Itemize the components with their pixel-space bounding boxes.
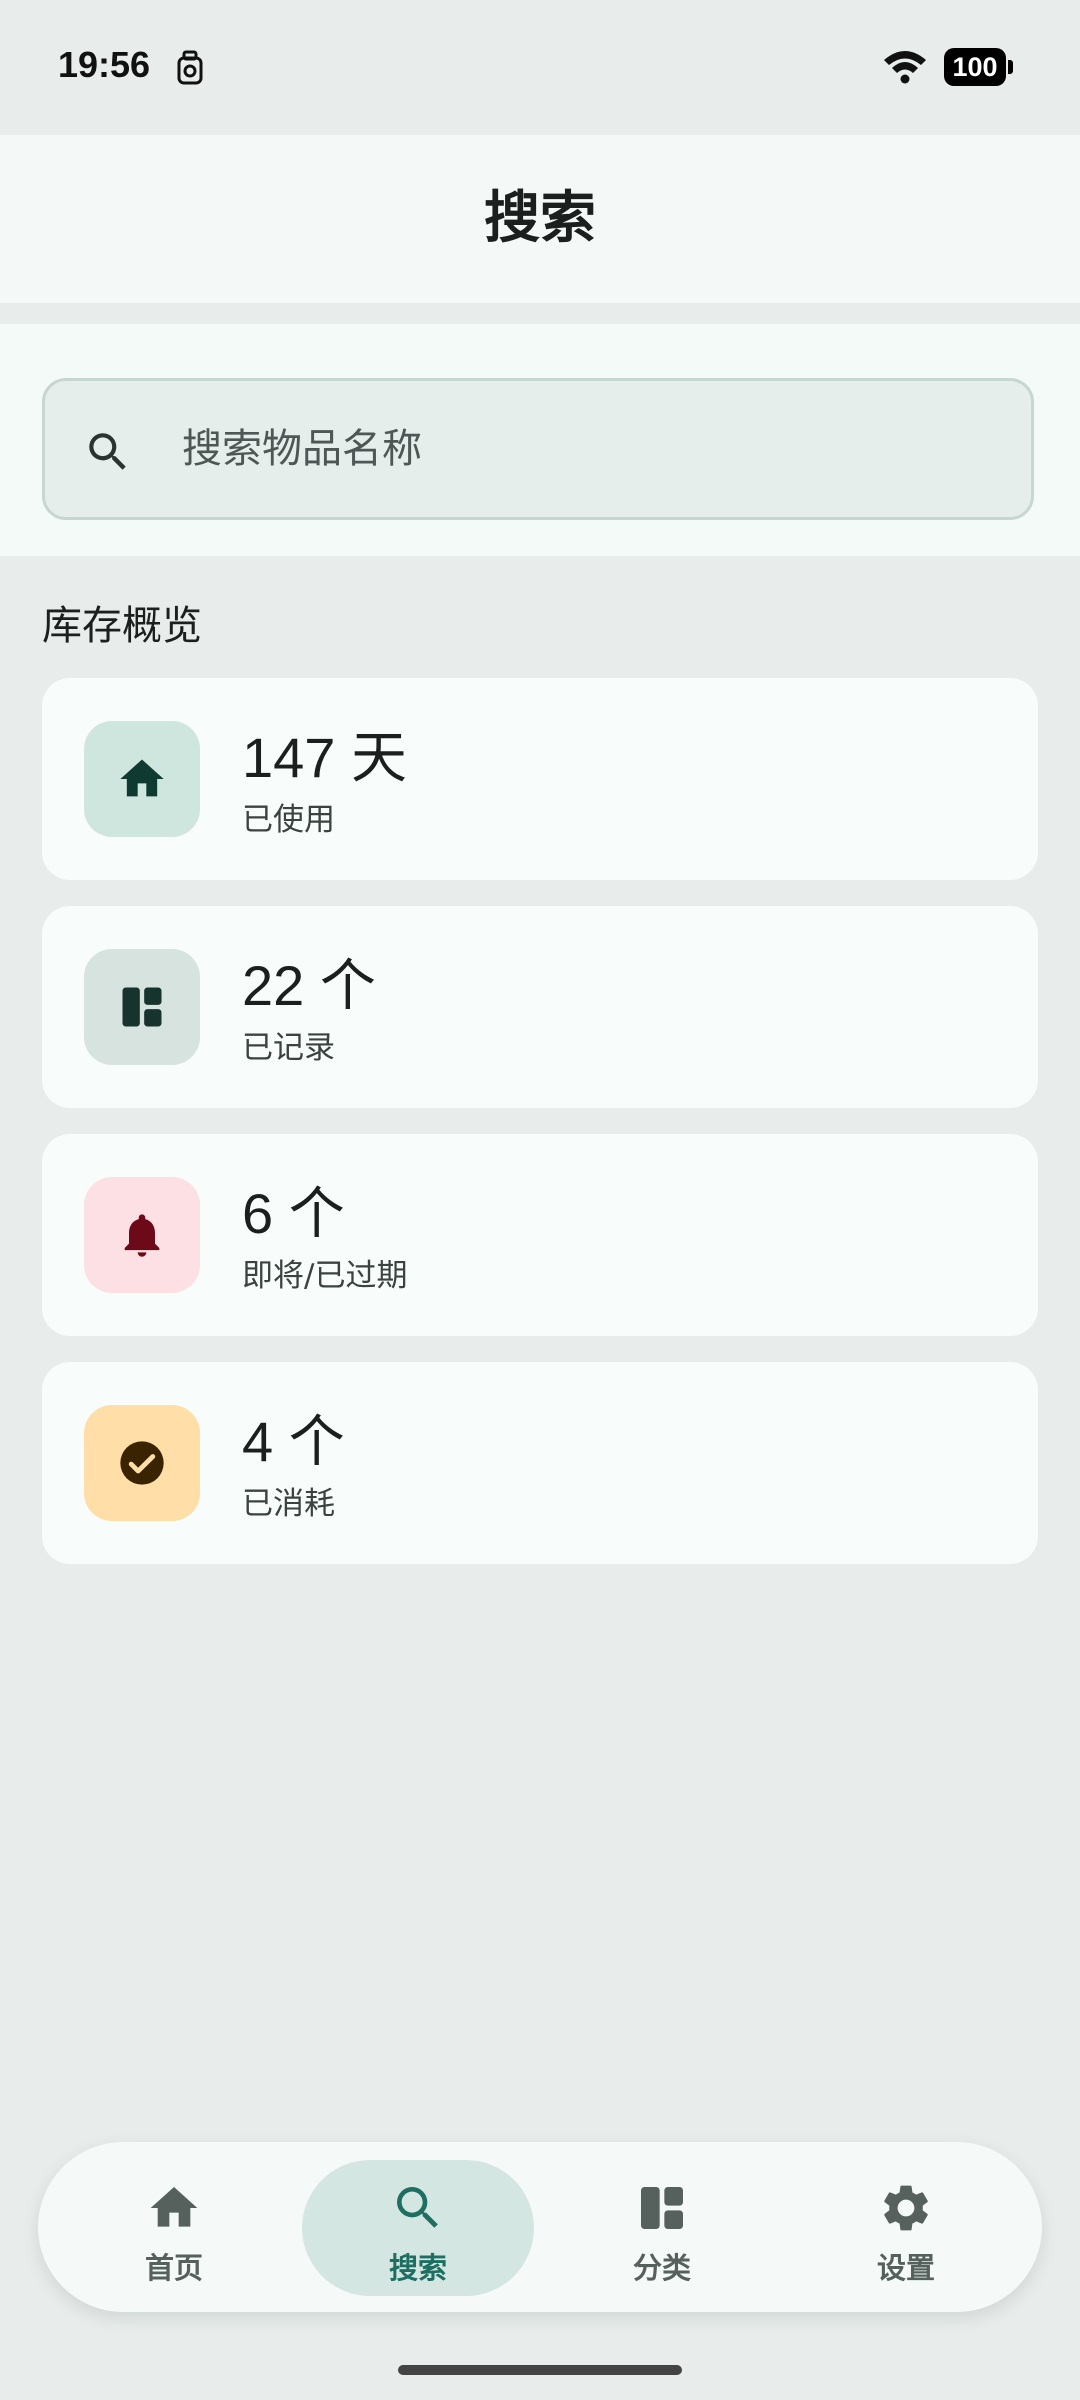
nav-label: 搜索 — [388, 2251, 447, 2285]
search-icon — [89, 433, 126, 470]
nav-label: 首页 — [144, 2251, 203, 2285]
dashboard-icon — [641, 2187, 683, 2229]
nav-label: 设置 — [876, 2251, 935, 2285]
card-value: 4 个 — [242, 1410, 345, 1473]
status-time: 19:56 — [58, 44, 151, 85]
bottom-navigation: 首页 搜索 分类 设置 — [38, 2142, 1042, 2312]
card-value: 147 天 — [242, 726, 407, 789]
bell-icon — [124, 1214, 160, 1257]
status-bar: 19:56 100 — [0, 0, 1080, 135]
home-icon — [150, 2187, 198, 2227]
card-label: 即将/已过期 — [242, 1258, 408, 1294]
home-icon — [120, 759, 164, 797]
wifi-icon — [884, 51, 926, 84]
page-title: 搜索 — [484, 186, 596, 251]
overview-title: 库存概览 — [42, 603, 202, 649]
battery-tip — [1008, 60, 1013, 74]
gear-icon — [884, 2185, 928, 2231]
nav-label: 分类 — [632, 2251, 691, 2285]
nav-item-home[interactable]: 首页 — [58, 2142, 290, 2312]
card-label: 已记录 — [242, 1030, 335, 1066]
nav-item-category[interactable]: 分类 — [546, 2142, 778, 2312]
search-placeholder: 搜索物品名称 — [182, 426, 422, 472]
dashboard-icon — [122, 987, 162, 1027]
card-label: 已使用 — [242, 802, 335, 838]
card-icon-container — [84, 1405, 200, 1521]
card-icon-container — [84, 721, 200, 837]
app-notification-icon — [177, 50, 203, 85]
check-circle-icon — [120, 1441, 164, 1485]
overview-card-expiring[interactable]: 6 个 即将/已过期 — [42, 1134, 1038, 1336]
home-indicator[interactable] — [398, 2365, 682, 2375]
card-icon-container — [84, 949, 200, 1065]
card-value: 22 个 — [242, 954, 376, 1017]
battery-indicator: 100 — [944, 48, 1014, 86]
top-app-bar: 搜索 — [0, 135, 1080, 303]
search-input[interactable]: 搜索物品名称 — [42, 378, 1034, 520]
card-icon-container — [84, 1177, 200, 1293]
nav-item-settings[interactable]: 设置 — [790, 2142, 1022, 2312]
overview-card-days-used[interactable]: 147 天 已使用 — [42, 678, 1038, 880]
search-section: 搜索物品名称 — [0, 324, 1080, 556]
card-value: 6 个 — [242, 1182, 345, 1245]
overview-card-recorded[interactable]: 22 个 已记录 — [42, 906, 1038, 1108]
search-icon — [397, 2187, 438, 2228]
battery-level: 100 — [944, 48, 1006, 86]
card-label: 已消耗 — [242, 1486, 335, 1522]
nav-item-search[interactable]: 搜索 — [302, 2142, 534, 2312]
overview-card-consumed[interactable]: 4 个 已消耗 — [42, 1362, 1038, 1564]
